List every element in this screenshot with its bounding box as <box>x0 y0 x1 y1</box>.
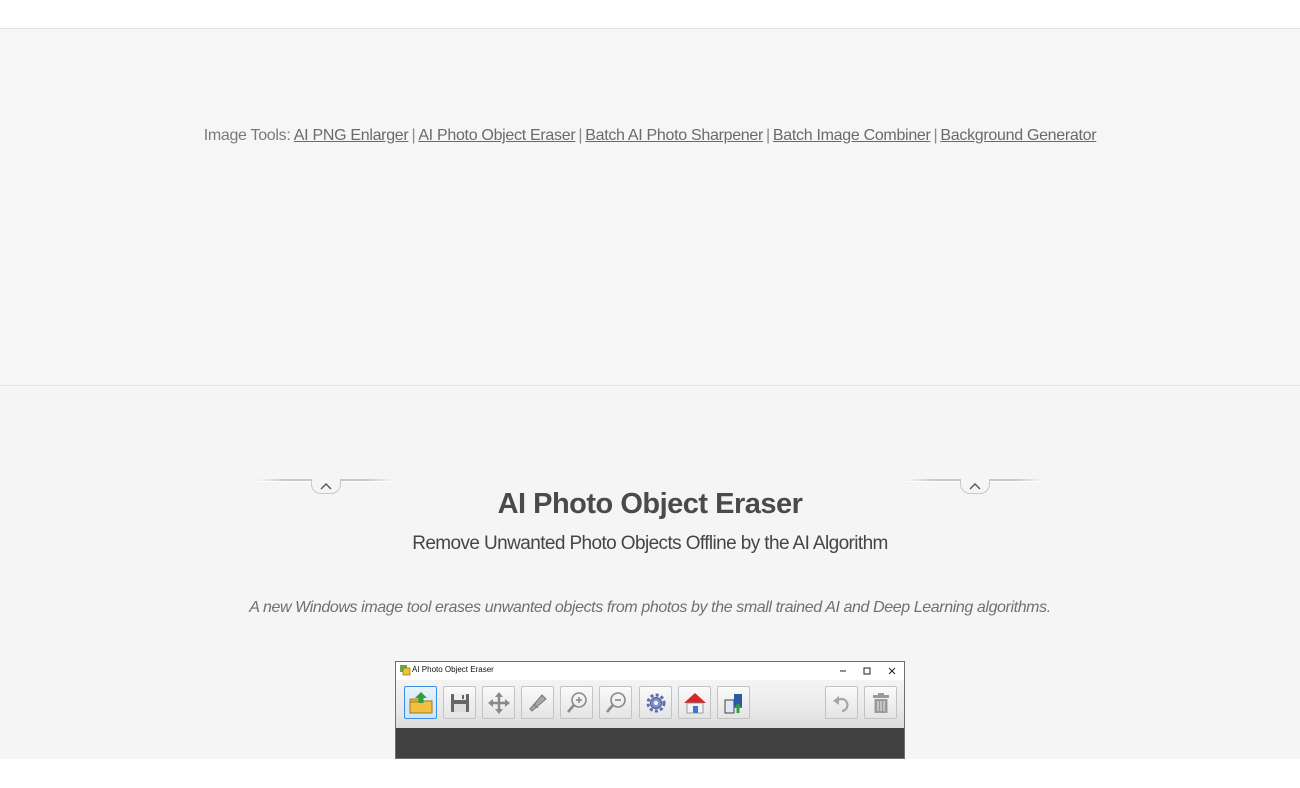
product-title: AI Photo Object Eraser <box>497 488 803 520</box>
undo-icon <box>832 695 848 712</box>
zoom-in-button[interactable] <box>560 686 593 719</box>
bottom-strip <box>0 759 1300 788</box>
batch-process-icon <box>724 693 742 713</box>
image-tools-nav: Image Tools: AI PNG Enlarger | AI Photo Ob… <box>0 127 1300 145</box>
product-description: A new Windows image tool erases unwanted… <box>249 599 1051 616</box>
home-button[interactable] <box>678 686 711 719</box>
link-batch-image-combiner[interactable]: Batch Image Combiner <box>773 127 931 144</box>
link-ai-photo-object-eraser[interactable]: AI Photo Object Eraser <box>418 127 575 144</box>
app-screenshot-window: AI Photo Object Eraser <box>395 661 905 759</box>
settings-gear-icon <box>646 693 665 712</box>
app-logo-icon <box>400 665 411 676</box>
minimize-icon <box>840 670 846 672</box>
delete-button[interactable] <box>864 686 897 719</box>
open-image-button[interactable] <box>404 686 437 719</box>
nav-separator: | <box>933 127 938 144</box>
link-batch-ai-photo-sharpener[interactable]: Batch AI Photo Sharpener <box>585 127 763 144</box>
undo-button[interactable] <box>825 686 858 719</box>
window-title: AI Photo Object Eraser <box>412 665 494 674</box>
eraser-brush-button[interactable] <box>521 686 554 719</box>
zoom-out-icon <box>605 691 626 713</box>
nav-separator: | <box>578 127 583 144</box>
save-icon <box>450 693 469 712</box>
nav-separator: | <box>766 127 770 144</box>
zoom-out-button[interactable] <box>599 686 632 719</box>
image-tools-prefix: Image Tools: <box>203 127 291 144</box>
maximize-button[interactable] <box>855 662 879 680</box>
move-icon <box>487 691 510 714</box>
close-icon <box>888 667 896 675</box>
move-tool-button[interactable] <box>482 686 515 719</box>
window-titlebar: AI Photo Object Eraser <box>396 662 904 680</box>
top-header-strip <box>0 0 1300 29</box>
maximize-icon <box>863 667 871 675</box>
home-icon <box>683 692 706 713</box>
minimize-button[interactable] <box>831 662 855 680</box>
settings-button[interactable] <box>639 686 672 719</box>
nav-separator: | <box>411 127 416 144</box>
link-background-generator[interactable]: Background Generator <box>940 127 1096 144</box>
trash-icon <box>872 692 889 713</box>
eraser-brush-icon <box>528 693 547 712</box>
close-button[interactable] <box>880 662 904 680</box>
product-subtitle: Remove Unwanted Photo Objects Offline by… <box>412 533 888 554</box>
zoom-in-icon <box>566 691 587 713</box>
image-tools-section: Image Tools: AI PNG Enlarger | AI Photo Ob… <box>0 29 1300 386</box>
app-toolbar <box>396 680 904 729</box>
image-canvas[interactable] <box>396 728 904 758</box>
batch-process-button[interactable] <box>717 686 750 719</box>
open-image-icon <box>409 691 432 713</box>
link-ai-png-enlarger[interactable]: AI PNG Enlarger <box>294 127 409 144</box>
save-button[interactable] <box>443 686 476 719</box>
